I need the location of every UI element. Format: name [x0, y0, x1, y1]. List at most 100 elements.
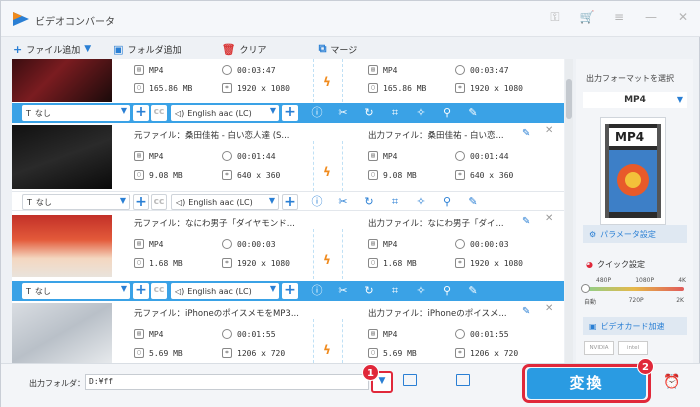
subtitle-select[interactable]: T なし ▼ — [22, 283, 130, 299]
subtitle-style-button[interactable]: cc — [151, 105, 167, 121]
list-item[interactable]: 元ファイル：桑田佳祐 - 白い恋人達 (S... 出力ファイル：桑田佳祐 - 白… — [12, 123, 564, 191]
info-icon[interactable]: ⓘ — [310, 106, 324, 120]
add-audio-button[interactable]: + — [282, 283, 298, 299]
format-value: MP4 — [383, 65, 398, 75]
file-size-icon: ▢ — [134, 258, 144, 268]
list-item[interactable]: ▤ MP4 00:03:47 ▢ 165.86 MB ⌗ 1920 x 1080 ϟ … — [12, 59, 564, 102]
scrollbar-thumb[interactable] — [566, 79, 572, 119]
source-prefix: 元ファイル： — [134, 131, 186, 141]
chevron-down-icon[interactable]: ▼ — [84, 44, 91, 54]
quality-slider-handle[interactable] — [581, 284, 590, 293]
rotate-icon[interactable]: ↻ — [362, 106, 376, 120]
crop-icon[interactable]: ⌗ — [388, 195, 402, 209]
parameter-settings-button[interactable]: ⚙ パラメータ設定 — [583, 225, 687, 243]
resolution-value: 1920 x 1080 — [237, 83, 290, 93]
subtitle-value: なし — [34, 286, 51, 296]
format-icon: ▤ — [368, 65, 378, 75]
merge-button[interactable]: ⧉ マージ — [319, 42, 358, 56]
chevron-down-icon: ▼ — [676, 95, 683, 104]
gpu-acceleration-button[interactable]: ▣ ビデオカード加速 — [583, 317, 687, 335]
quality-720p: 720P — [628, 297, 644, 304]
watermark-icon[interactable]: ⚲ — [440, 195, 454, 209]
output-duration: 00:00:03 — [455, 239, 509, 249]
merge-icon: ⧉ — [318, 42, 327, 55]
lightning-icon: ϟ — [323, 343, 331, 357]
add-subtitle-button[interactable]: + — [133, 105, 149, 121]
audio-select[interactable]: ◁) English aac (LC) ▼ — [171, 283, 279, 299]
add-audio-button[interactable]: + — [282, 194, 298, 210]
crop-icon[interactable]: ⌗ — [388, 284, 402, 298]
format-preview[interactable]: MP4 — [600, 117, 666, 225]
rename-icon[interactable]: ✎ — [522, 306, 530, 317]
source-resolution: ⌗ 1920 x 1080 — [222, 258, 290, 268]
rotate-icon[interactable]: ↻ — [362, 195, 376, 209]
cart-icon[interactable]: 🛒 — [579, 9, 595, 25]
subtitle-icon: T — [26, 286, 31, 296]
cut-icon[interactable]: ✂ — [336, 106, 350, 120]
subtitle-edit-icon[interactable]: ✎ — [466, 284, 480, 298]
close-icon[interactable]: ✕ — [675, 9, 691, 25]
cut-icon[interactable]: ✂ — [336, 284, 350, 298]
list-item[interactable]: 元ファイル：なにわ男子「ダイヤモンド... 出力ファイル：なにわ男子「ダイ...… — [12, 211, 564, 279]
subtitle-edit-icon[interactable]: ✎ — [466, 195, 480, 209]
list-item[interactable]: 元ファイル：iPhoneのポイスメモをMP3... 出力ファイル：iPhoneの… — [12, 301, 564, 363]
add-subtitle-button[interactable]: + — [133, 283, 149, 299]
effect-icon[interactable]: ✧ — [414, 106, 428, 120]
rename-icon[interactable]: ✎ — [522, 128, 530, 139]
watermark-icon[interactable]: ⚲ — [440, 284, 454, 298]
effect-icon[interactable]: ✧ — [414, 195, 428, 209]
format-value: MP4 — [149, 239, 164, 249]
remove-item-icon[interactable]: ✕ — [545, 213, 553, 224]
key-icon[interactable]: ⚿ — [547, 9, 563, 25]
output-folder-field[interactable]: D:¥ff — [85, 374, 369, 390]
output-name: 桑田佳祐 - 白い恋... — [427, 131, 504, 141]
add-file-button[interactable]: + ファイル追加 ▼ — [13, 43, 91, 56]
rename-icon[interactable]: ✎ — [522, 216, 530, 227]
speedometer-icon: ◕ — [586, 260, 593, 269]
video-thumbnail — [12, 303, 112, 363]
add-subtitle-button[interactable]: + — [133, 194, 149, 210]
info-icon[interactable]: ⓘ — [310, 195, 324, 209]
subtitle-style-button[interactable]: cc — [151, 283, 167, 299]
crop-icon[interactable]: ⌗ — [388, 106, 402, 120]
format-select[interactable]: MP4 ▼ — [583, 92, 687, 108]
subtitle-icon: T — [26, 108, 31, 118]
subtitle-select[interactable]: T なし ▼ — [22, 105, 130, 121]
output-title: 出力ファイル：桑田佳祐 - 白い恋... — [368, 129, 528, 141]
audio-select[interactable]: ◁) English aac (LC) ▼ — [171, 194, 279, 210]
format-value: MP4 — [149, 329, 164, 339]
format-icon: ▤ — [134, 65, 144, 75]
add-audio-button[interactable]: + — [282, 105, 298, 121]
resolution-icon: ⌗ — [222, 170, 232, 180]
menu-icon[interactable]: ≡ — [611, 9, 627, 25]
convert-button[interactable]: 変換 — [527, 368, 646, 399]
remove-item-icon[interactable]: ✕ — [545, 303, 553, 314]
minimize-icon[interactable]: — — [643, 9, 659, 25]
output-size: ▢ 165.86 MB — [368, 83, 426, 93]
alarm-clock-icon[interactable]: ⏰ — [663, 374, 681, 392]
add-folder-button[interactable]: ▣ フォルダ追加 — [113, 43, 181, 56]
subtitle-style-button[interactable]: cc — [151, 194, 167, 210]
output-name: iPhoneのポイスメ... — [427, 309, 507, 319]
duration-value: 00:01:44 — [470, 151, 509, 161]
source-duration-row: ▤ MP4 — [134, 329, 163, 339]
duration-value: 00:01:55 — [470, 329, 509, 339]
watermark-icon[interactable]: ⚲ — [440, 106, 454, 120]
list-scrollbar[interactable] — [565, 59, 573, 363]
audio-select[interactable]: ◁) English aac (LC) ▼ — [171, 105, 279, 121]
divider — [313, 319, 314, 363]
open-folder-icon[interactable] — [403, 374, 417, 386]
rotate-icon[interactable]: ↻ — [362, 284, 376, 298]
info-icon[interactable]: ⓘ — [310, 284, 324, 298]
output-folder-open-icon[interactable] — [456, 374, 470, 386]
remove-item-icon[interactable]: ✕ — [545, 125, 553, 136]
cut-icon[interactable]: ✂ — [336, 195, 350, 209]
duration-value: 00:03:47 — [470, 65, 509, 75]
resolution-value: 1920 x 1080 — [470, 258, 523, 268]
effect-icon[interactable]: ✧ — [414, 284, 428, 298]
clear-button[interactable]: 🗑 クリア — [222, 43, 267, 56]
subtitle-select[interactable]: T なし ▼ — [22, 194, 130, 210]
subtitle-edit-icon[interactable]: ✎ — [466, 106, 480, 120]
output-size: ▢ 5.69 MB — [368, 348, 417, 358]
quality-slider[interactable] — [584, 287, 684, 291]
